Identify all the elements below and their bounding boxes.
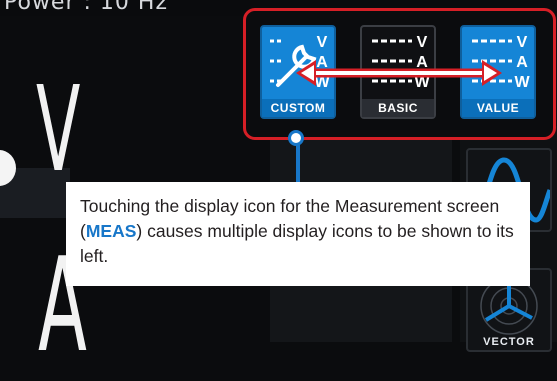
row-label: V	[517, 34, 528, 51]
row-label: W	[514, 74, 530, 91]
row-label: A	[516, 54, 528, 71]
voltage-letter: V	[36, 60, 81, 198]
callout-anchor-dot	[288, 130, 304, 146]
callout-text: ) causes multiple display icons to be sh…	[80, 221, 514, 266]
custom-label: CUSTOM	[262, 99, 334, 117]
value-label: VALUE	[462, 99, 534, 117]
frequency-readout: Power : 10 Hz	[4, 0, 168, 15]
explanation-callout: Touching the display icon for the Measur…	[66, 182, 530, 286]
basic-label: BASIC	[362, 99, 434, 117]
swipe-arrow-icon	[296, 60, 502, 86]
vector-label: VECTOR	[483, 336, 535, 348]
row-label: V	[417, 34, 428, 51]
row-label: V	[317, 34, 328, 51]
meas-highlight: MEAS	[85, 221, 137, 241]
